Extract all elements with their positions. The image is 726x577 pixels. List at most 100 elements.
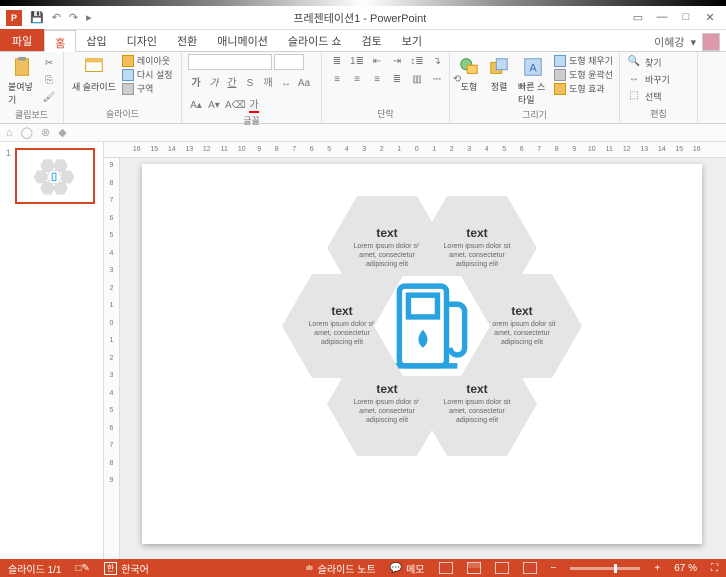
ribbon-options-icon[interactable]: ▭ xyxy=(628,11,648,24)
view-slideshow-button[interactable] xyxy=(523,562,537,574)
font-family-select[interactable] xyxy=(188,54,272,70)
user-dropdown-icon[interactable]: ▾ xyxy=(690,36,696,49)
sec-diamond-icon[interactable]: ◆ xyxy=(58,126,66,139)
view-sorter-button[interactable] xyxy=(467,562,481,574)
grow-font-icon[interactable]: A▴ xyxy=(188,98,204,114)
thumb-number: 1 xyxy=(6,148,11,204)
status-bar: 슬라이드 1/1 □✎ 한 한국어 ≐ 슬라이드 노트 💬 메모 − + 67 … xyxy=(0,559,726,577)
strike-button[interactable]: S xyxy=(242,76,258,92)
align-left-button[interactable]: ≡ xyxy=(328,72,346,88)
copy-icon[interactable]: ⎘ xyxy=(41,73,57,89)
group-drawing-label: 그리기 xyxy=(456,108,613,122)
view-reading-button[interactable] xyxy=(495,562,509,574)
tab-insert[interactable]: 삽입 xyxy=(76,29,116,51)
text-direction-button[interactable]: ↴ xyxy=(428,54,446,70)
title-bar: P 💾 ↶ ↷ ▸ 프레젠테이션1 - PowerPoint ▭ — □ ✕ xyxy=(0,6,726,30)
tab-review[interactable]: 검토 xyxy=(352,29,392,51)
ruler-horizontal: 1615141312111098765432101234567891011121… xyxy=(104,142,726,158)
justify-button[interactable]: ≣ xyxy=(388,72,406,88)
qat-redo-icon[interactable]: ↷ xyxy=(69,11,78,24)
user-name[interactable]: 이혜강 xyxy=(654,34,684,50)
zoom-in-button[interactable]: + xyxy=(654,563,660,574)
find-button[interactable]: 🔍찾기 xyxy=(626,54,670,70)
shape-fill-button[interactable]: 도형 채우기 xyxy=(554,54,613,67)
svg-text:A: A xyxy=(529,63,537,75)
section-button[interactable]: 구역 xyxy=(122,82,173,95)
slide-thumbnail-1[interactable] xyxy=(15,148,95,204)
minimize-icon[interactable]: — xyxy=(652,11,672,24)
ribbon: 붙여넣기 ✂ ⎘ 🖌 클립보드 새 슬라이드 레이아웃 다시 설정 구역 슬라이… xyxy=(0,52,726,124)
arrange-button[interactable]: 정렬 xyxy=(486,54,512,95)
zoom-value[interactable]: 67 % xyxy=(674,563,697,574)
layout-button[interactable]: 레이아웃 xyxy=(122,54,173,67)
slide-editor: 1615141312111098765432101234567891011121… xyxy=(104,142,726,559)
group-editing-label: 편집 xyxy=(626,107,691,121)
indent-dec-button[interactable]: ⇤ xyxy=(368,54,386,70)
secondary-toolbar: ⌂ ◯ ⊗ ◆ xyxy=(0,124,726,142)
slide-canvas[interactable]: text Lorem ipsum dolor sit amet, consect… xyxy=(142,164,702,544)
align-text-button[interactable]: ⎓ xyxy=(428,72,446,88)
view-normal-button[interactable] xyxy=(439,562,453,574)
indent-inc-button[interactable]: ⇥ xyxy=(388,54,406,70)
replace-button[interactable]: ↔바꾸기 xyxy=(626,71,670,87)
tab-animations[interactable]: 애니메이션 xyxy=(207,29,278,51)
sec-x-icon[interactable]: ⊗ xyxy=(41,126,50,139)
italic-button[interactable]: 가 xyxy=(206,76,222,92)
quick-access-toolbar: 💾 ↶ ↷ ▸ xyxy=(30,11,92,24)
bold-button[interactable]: 가 xyxy=(188,76,204,92)
tab-design[interactable]: 디자인 xyxy=(117,29,167,51)
tab-view[interactable]: 보기 xyxy=(392,29,432,51)
user-avatar[interactable] xyxy=(702,33,720,51)
spell-check-icon[interactable]: □✎ xyxy=(75,563,89,574)
ruler-vertical: 9876543210123456789 xyxy=(104,158,120,559)
case-button[interactable]: Aa xyxy=(296,76,312,92)
line-spacing-button[interactable]: ↕≣ xyxy=(408,54,426,70)
zoom-slider[interactable] xyxy=(570,567,640,570)
align-center-button[interactable]: ≡ xyxy=(348,72,366,88)
notes-button[interactable]: ≐ 슬라이드 노트 xyxy=(305,561,375,576)
bullets-button[interactable]: ≣ xyxy=(328,54,346,70)
app-icon: P xyxy=(6,10,22,26)
tab-file[interactable]: 파일 xyxy=(0,29,44,51)
group-font-label: 글꼴 xyxy=(188,114,315,128)
numbering-button[interactable]: 1≣ xyxy=(348,54,366,70)
comments-button[interactable]: 💬 메모 xyxy=(390,561,425,576)
clear-format-icon[interactable]: A⌫ xyxy=(224,98,240,114)
underline-button[interactable]: 간 xyxy=(224,76,240,92)
tab-slideshow[interactable]: 슬라이드 쇼 xyxy=(278,29,352,51)
qat-undo-icon[interactable]: ↶ xyxy=(52,11,61,24)
shadow-button[interactable]: 깨 xyxy=(260,76,276,92)
align-right-button[interactable]: ≡ xyxy=(368,72,386,88)
group-slides-label: 슬라이드 xyxy=(70,107,175,121)
shapes-button[interactable]: 도형 xyxy=(456,54,482,95)
fit-to-window-button[interactable]: ⛶ xyxy=(711,563,718,574)
reset-button[interactable]: 다시 설정 xyxy=(122,68,173,81)
cut-icon[interactable]: ✂ xyxy=(41,56,57,72)
shrink-font-icon[interactable]: A▾ xyxy=(206,98,222,114)
zoom-out-button[interactable]: − xyxy=(551,563,557,574)
format-painter-icon[interactable]: 🖌 xyxy=(41,90,57,106)
sec-circle-icon[interactable]: ◯ xyxy=(21,126,33,139)
quick-styles-button[interactable]: A 빠른 스타일 xyxy=(516,54,550,108)
paste-button[interactable]: 붙여넣기 xyxy=(6,54,37,108)
shape-outline-button[interactable]: 도형 윤곽선 xyxy=(554,68,613,81)
shape-effects-button[interactable]: 도형 효과 xyxy=(554,82,613,95)
select-button[interactable]: ⬚선택 xyxy=(626,88,670,104)
columns-button[interactable]: ▥ xyxy=(408,72,426,88)
tab-home[interactable]: 홈 xyxy=(44,30,76,52)
ribbon-tabs: 파일 홈 삽입 디자인 전환 애니메이션 슬라이드 쇼 검토 보기 이혜강 ▾ xyxy=(0,30,726,52)
qat-save-icon[interactable]: 💾 xyxy=(30,11,44,24)
sec-home-icon[interactable]: ⌂ xyxy=(6,127,13,139)
slide-thumbnail-panel: 1 xyxy=(0,142,104,559)
close-icon[interactable]: ✕ xyxy=(700,11,720,24)
language-indicator[interactable]: 한 한국어 xyxy=(104,561,149,576)
slide-count[interactable]: 슬라이드 1/1 xyxy=(8,561,61,576)
group-paragraph-label: 단락 xyxy=(328,107,443,121)
window-title: 프레젠테이션1 - PowerPoint xyxy=(92,10,628,26)
tab-transitions[interactable]: 전환 xyxy=(167,29,207,51)
font-color-button[interactable]: 가 xyxy=(242,98,266,114)
font-size-select[interactable] xyxy=(274,54,304,70)
spacing-button[interactable]: ↔ xyxy=(278,76,294,92)
maximize-icon[interactable]: □ xyxy=(676,11,696,24)
new-slide-button[interactable]: 새 슬라이드 xyxy=(70,54,118,95)
